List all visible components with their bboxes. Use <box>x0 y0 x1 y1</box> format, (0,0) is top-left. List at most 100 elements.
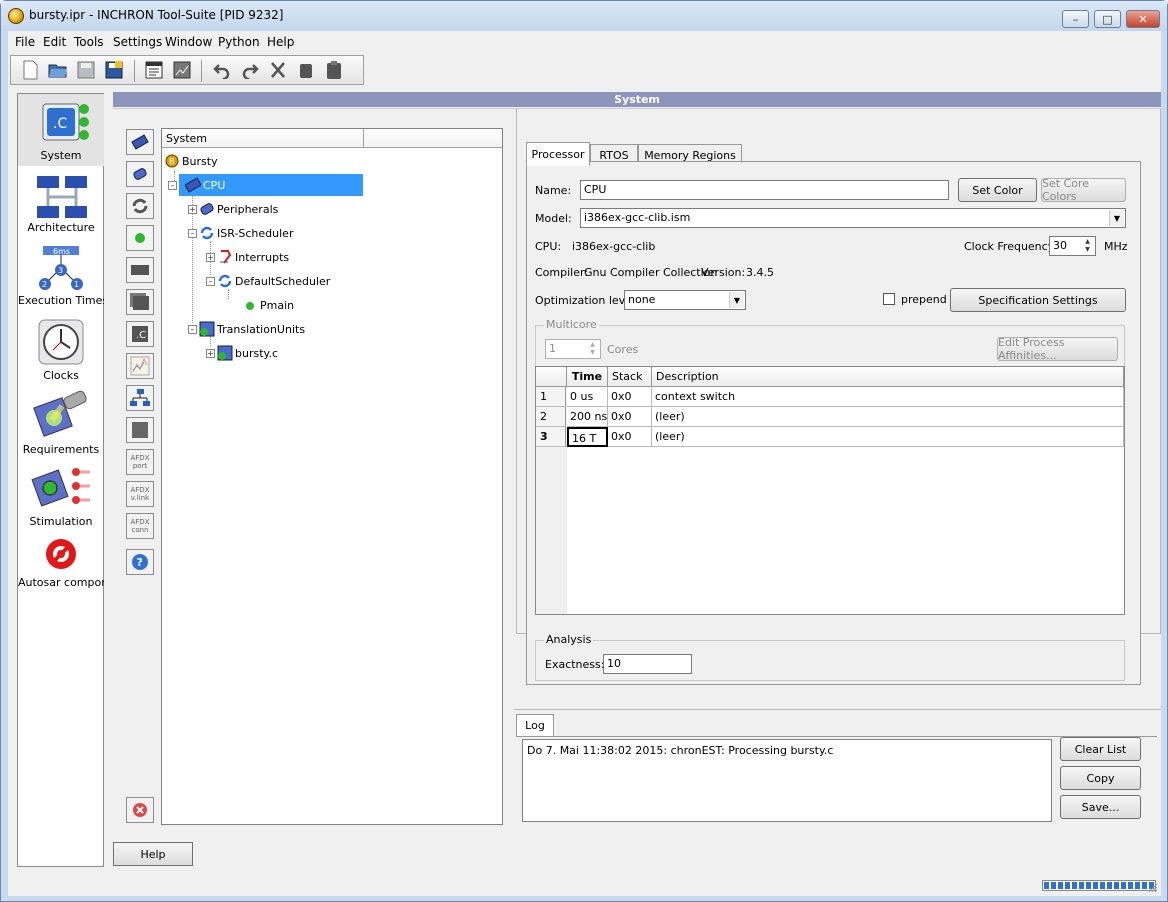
maximize-button[interactable]: □ <box>1094 10 1121 28</box>
report-icon[interactable] <box>171 59 193 81</box>
cut-icon[interactable] <box>267 59 289 81</box>
title-bar[interactable]: bursty.ipr - INCHRON Tool-Suite [PID 923… <box>1 1 1167 31</box>
description-cell[interactable]: (leer) <box>652 407 1124 427</box>
nav-autosar[interactable]: Autosar componen <box>18 532 104 604</box>
redo-icon[interactable] <box>239 59 261 81</box>
clear-list-button[interactable]: Clear List <box>1060 737 1141 761</box>
cpu-icon <box>185 177 201 193</box>
spinner-arrows-icon[interactable]: ▲ ▼ <box>1081 238 1094 254</box>
menu-edit[interactable]: Edit <box>43 35 66 49</box>
add-peripheral-tool[interactable] <box>126 161 154 187</box>
afdx-port-tool[interactable]: AFDX port <box>126 449 154 475</box>
menu-tools[interactable]: Tools <box>74 35 104 49</box>
tree-node-default-scheduler[interactable]: – DefaultScheduler <box>206 271 330 291</box>
column-header-time[interactable]: Time <box>567 367 608 387</box>
tree-node-interrupts[interactable]: + Interrupts <box>206 247 289 267</box>
new-document-icon[interactable] <box>19 59 41 81</box>
nav-clocks[interactable]: Clocks <box>18 316 104 388</box>
tab-log[interactable]: Log <box>516 714 554 736</box>
description-cell[interactable]: (leer) <box>652 427 1124 447</box>
tree-node-translation-units[interactable]: – TranslationUnits <box>188 319 305 339</box>
tree-node-bursty[interactable]: B Bursty <box>164 151 218 171</box>
delete-tool[interactable] <box>126 797 154 823</box>
open-icon[interactable] <box>47 59 69 81</box>
stack-cell[interactable]: 0x0 <box>608 427 652 447</box>
collapse-icon[interactable]: – <box>168 180 177 190</box>
nav-system[interactable]: .C System <box>18 94 104 166</box>
time-cell-focused[interactable]: 16 T <box>567 427 608 447</box>
row-header[interactable]: 2 <box>536 407 566 427</box>
optimization-select[interactable]: none ▼ <box>624 290 746 310</box>
menu-python[interactable]: Python <box>218 35 260 49</box>
add-c-file-tool[interactable]: .C <box>126 321 154 347</box>
save-all-icon[interactable] <box>103 59 125 81</box>
undo-icon[interactable] <box>211 59 233 81</box>
nav-stimulation[interactable]: Stimulation <box>18 460 104 532</box>
time-cell[interactable]: 0 us <box>567 387 608 407</box>
tree-node-peripherals[interactable]: + Peripherals <box>188 199 278 219</box>
tree-node-bursty-c[interactable]: + bursty.c <box>206 343 278 363</box>
collapse-icon[interactable]: – <box>188 324 197 334</box>
nav-requirements[interactable]: Requirements <box>18 388 104 460</box>
set-color-button[interactable]: Set Color <box>958 178 1037 202</box>
clock-frequency-spinner[interactable]: 30 ▲ ▼ <box>1049 236 1096 256</box>
requirements-icon <box>33 390 87 437</box>
add-square-tool[interactable] <box>126 417 154 443</box>
paste-icon[interactable] <box>323 59 345 81</box>
help-tool[interactable]: ? <box>126 549 154 575</box>
expand-icon[interactable]: + <box>188 204 197 214</box>
afdx-vlink-tool[interactable]: AFDX v.link <box>126 481 154 507</box>
name-input[interactable]: CPU <box>580 180 949 200</box>
log-list[interactable]: Do 7. Mai 11:38:02 2015: chronEST: Proce… <box>522 739 1052 822</box>
nav-architecture[interactable]: Architecture <box>18 168 104 240</box>
collapse-icon[interactable]: – <box>188 228 197 238</box>
nav-requirements-label: Requirements <box>22 443 100 456</box>
expand-icon[interactable]: + <box>206 348 215 358</box>
clock-icon <box>38 319 84 365</box>
nav-execution-times[interactable]: 6ms 3 2 1 Execution Times <box>18 242 104 314</box>
menu-file[interactable]: File <box>15 35 35 49</box>
add-cpu-tool[interactable] <box>126 129 154 155</box>
menu-window[interactable]: Window <box>165 35 212 49</box>
add-signal-tool[interactable] <box>126 353 154 379</box>
system-tree[interactable]: System B Bursty – CPU + Peripherals – IS… <box>161 128 503 825</box>
column-header-description[interactable]: Description <box>652 367 1124 387</box>
close-button[interactable]: ✕ <box>1126 10 1160 28</box>
copy-button[interactable]: Copy <box>1060 766 1141 790</box>
save-log-button[interactable]: Save... <box>1060 795 1141 819</box>
tree-node-pmain[interactable]: Pmain <box>242 295 294 315</box>
column-header-stack[interactable]: Stack <box>608 367 652 387</box>
add-block-tool[interactable] <box>126 257 154 283</box>
copy-icon[interactable] <box>295 59 317 81</box>
add-network-tool[interactable] <box>126 385 154 411</box>
model-select[interactable]: i386ex-gcc-clib.ism ▼ <box>580 208 1126 228</box>
save-icon[interactable] <box>75 59 97 81</box>
afdx-conn-tool[interactable]: AFDX conn <box>126 513 154 539</box>
minimize-button[interactable]: – <box>1062 10 1089 28</box>
exactness-input[interactable]: 10 <box>603 654 692 674</box>
description-cell[interactable]: context switch <box>652 387 1124 407</box>
properties-icon[interactable] <box>143 59 165 81</box>
add-stack-tool[interactable] <box>126 289 154 315</box>
add-scheduler-tool[interactable] <box>126 193 154 219</box>
log-divider <box>514 709 1161 710</box>
help-button[interactable]: Help <box>113 842 193 866</box>
expand-icon[interactable]: + <box>206 252 215 262</box>
collapse-icon[interactable]: – <box>206 276 215 286</box>
resize-grip-icon[interactable] <box>1148 883 1158 893</box>
menu-help[interactable]: Help <box>267 35 294 49</box>
menu-settings[interactable]: Settings <box>113 35 162 49</box>
prepend-checkbox[interactable] <box>883 293 895 305</box>
row-header[interactable]: 3 <box>536 427 566 447</box>
stack-cell[interactable]: 0x0 <box>608 407 652 427</box>
context-switch-table[interactable]: Time Stack Description 1 0 us 0x0 contex… <box>535 366 1125 615</box>
time-cell[interactable]: 200 ns <box>567 407 608 427</box>
add-process-tool[interactable] <box>126 225 154 251</box>
tree-node-isr-scheduler[interactable]: – ISR-Scheduler <box>188 223 293 243</box>
stack-cell[interactable]: 0x0 <box>608 387 652 407</box>
specification-settings-button[interactable]: Specification Settings <box>950 288 1126 312</box>
tab-processor[interactable]: Processor <box>526 142 590 166</box>
row-header[interactable]: 1 <box>536 387 566 407</box>
delete-icon <box>133 803 147 817</box>
tree-node-cpu[interactable]: – CPU <box>168 174 363 196</box>
